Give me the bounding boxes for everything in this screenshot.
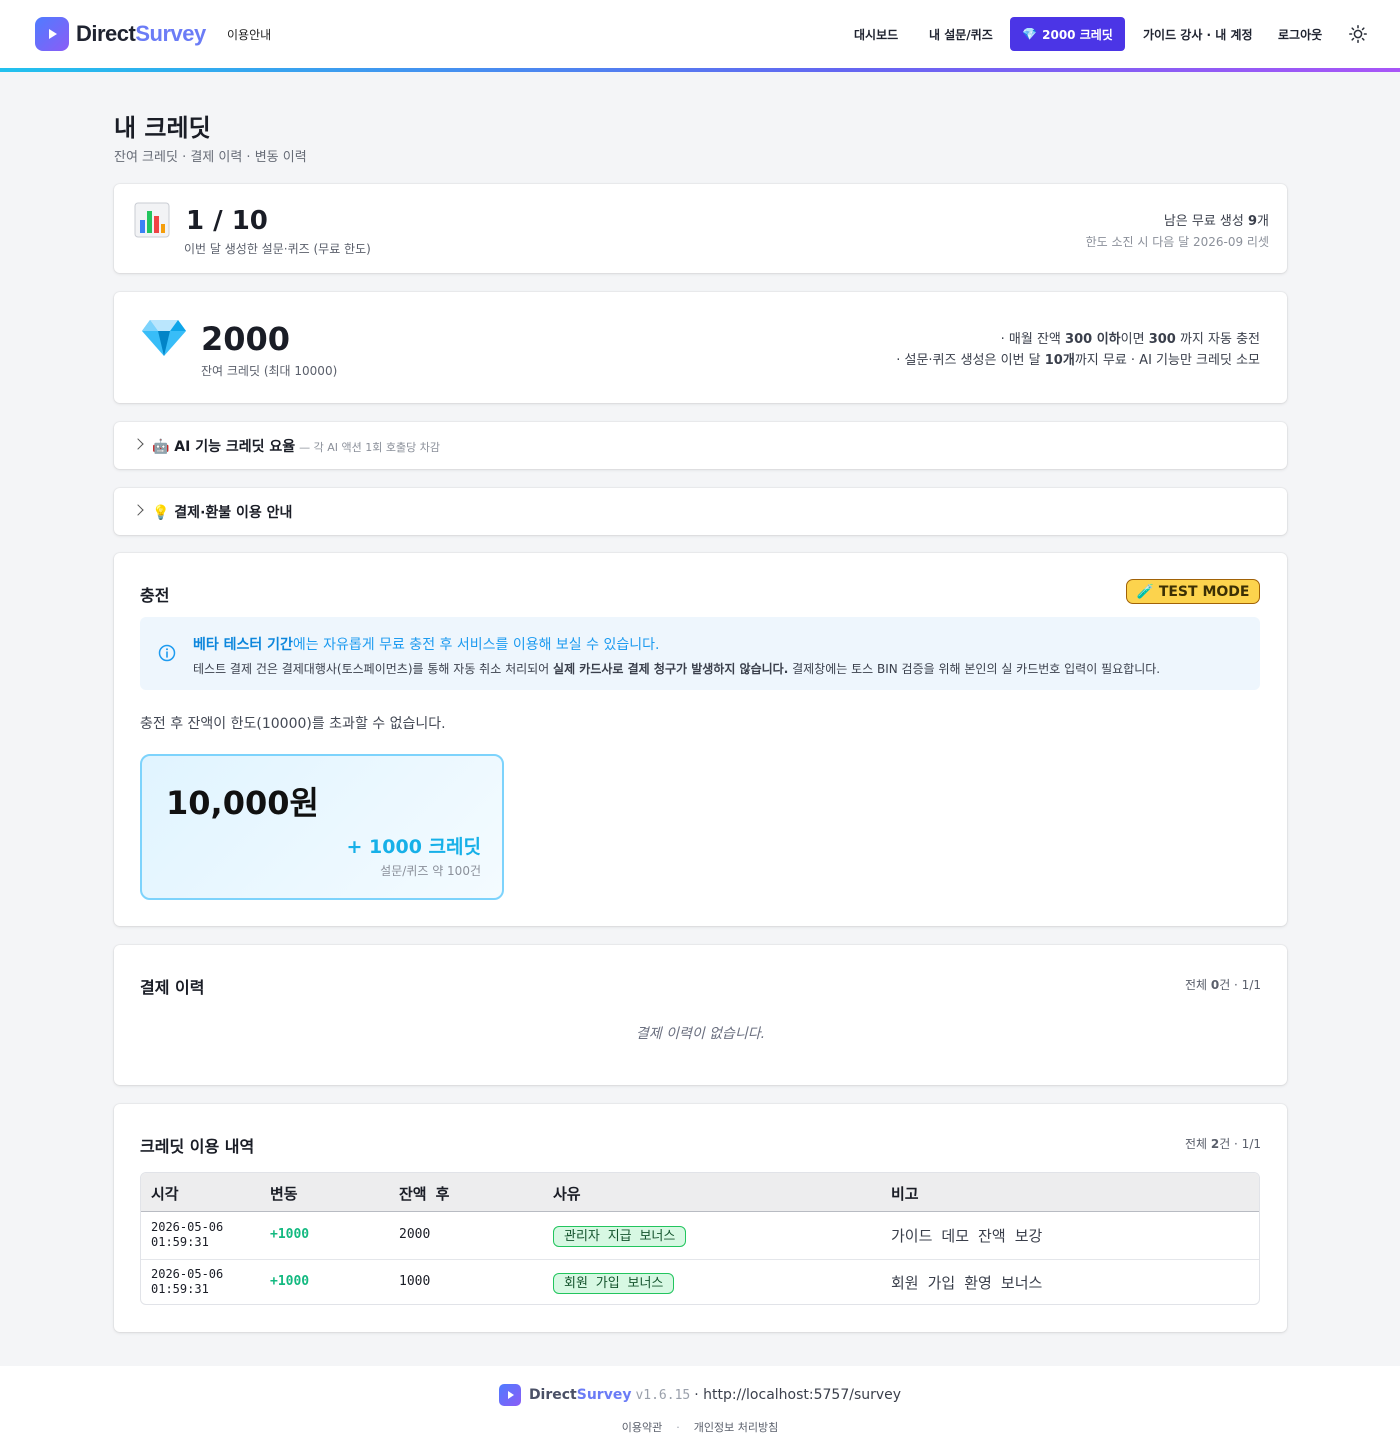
usage-note: 이번 달 생성한 설문·퀴즈 (무료 한도) (184, 242, 371, 256)
play-icon (498, 1384, 521, 1406)
nav-dashboard[interactable]: 대시보드 (854, 26, 898, 43)
row-balance-after: 1000 (399, 1274, 431, 1289)
footer-url[interactable]: · http://localhost:5757/survey (694, 1387, 901, 1403)
row-reason-badge: 회원 가입 보너스 (553, 1273, 675, 1294)
brand-name-primary: Direct (76, 21, 136, 46)
column-header-delta: 변동 (270, 1185, 298, 1203)
row-reason-badge: 관리자 지급 보너스 (553, 1226, 687, 1247)
charge-title: 충전 (140, 586, 170, 605)
play-icon (35, 17, 69, 51)
bar-chart-icon (134, 202, 170, 238)
free-generation-rule: · 설문·퀴즈 생성은 이번 달 10개까지 무료 · AI 기능만 크레딧 소… (896, 353, 1260, 368)
package-credits: + 1000 크레딧 (346, 836, 481, 858)
charge-package-10000[interactable]: 10,000원 + 1000 크레딧 설문/퀴즈 약 100건 (140, 754, 504, 900)
header-gradient-divider (0, 68, 1400, 72)
package-price: 10,000원 (166, 784, 319, 822)
nav-usage-guide[interactable]: 이용안내 (227, 26, 271, 43)
credit-balance-card: 2000 잔여 크레딧 (최대 10000) · 매월 잔액 300 이하이면 … (114, 292, 1287, 403)
footer-brand-primary: Direct (528, 1387, 577, 1403)
row-delta: +1000 (270, 1227, 310, 1242)
nav-my-surveys[interactable]: 내 설문/퀴즈 (929, 26, 993, 43)
credit-balance-amount: 2000 (201, 320, 291, 358)
auto-recharge-rule: · 매월 잔액 300 이하이면 300 까지 자동 충전 (1000, 332, 1260, 347)
credit-balance-note: 잔여 크레딧 (최대 10000) (201, 364, 338, 378)
monthly-usage-card: 1 / 10 이번 달 생성한 설문·퀴즈 (무료 한도) 남은 무료 생성 9… (114, 184, 1287, 273)
row-time: 2026-05-06 01:59:31 (151, 1267, 224, 1296)
payment-empty-message: 결제 이력이 없습니다. (635, 1026, 766, 1042)
page-subtitle: 잔여 크레딧 · 결제 이력 · 변동 이력 (114, 150, 307, 165)
refund-guide-title: 💡 결제·환불 이용 안내 (152, 505, 293, 521)
remaining-free-count: 남은 무료 생성 9개 (1163, 214, 1269, 229)
payment-refund-guide-collapsible[interactable]: 💡 결제·환불 이용 안내 (114, 488, 1287, 535)
column-header-time: 시각 (151, 1185, 179, 1203)
package-estimate: 설문/퀴즈 약 100건 (380, 864, 481, 878)
ledger-count: 전체 2건 · 1/1 (1184, 1137, 1261, 1151)
row-balance-after: 2000 (399, 1227, 431, 1242)
brand-name-accent: Survey (135, 21, 206, 46)
beta-info-callout: 베타 테스터 기간에는 자유롭게 무료 충전 후 서비스를 이용해 보실 수 있… (140, 617, 1260, 690)
footer-separator: · (676, 1421, 680, 1434)
test-mode-badge: 🧪 TEST MODE (1126, 579, 1260, 604)
brand-logo[interactable]: DirectSurvey (35, 17, 206, 51)
table-row: 2026-05-06 01:59:31 +1000 1000 회원 가입 보너스 … (141, 1259, 1259, 1304)
ai-credit-rates-collapsible[interactable]: 🤖 AI 기능 크레딧 요율 — 각 AI 액션 1회 호출당 차감 (114, 422, 1287, 469)
nav-logout[interactable]: 로그아웃 (1278, 26, 1322, 43)
footer-privacy-link[interactable]: 개인정보 처리방침 (694, 1421, 778, 1434)
charge-limit-note: 충전 후 잔액이 한도(10000)를 초과할 수 없습니다. (140, 716, 446, 732)
credit-ledger-table: 시각 변동 잔액 후 사유 비고 2026-05-06 01:59:31 +100… (140, 1172, 1260, 1305)
payment-history-card: 결제 이력 전체 0건 · 1/1 결제 이력이 없습니다. (114, 945, 1287, 1085)
row-note: 회원 가입 환영 보너스 (891, 1274, 1043, 1292)
payment-count: 전체 0건 · 1/1 (1184, 978, 1261, 992)
nav-guide-instructor-account[interactable]: 가이드 강사 · 내 계정 (1143, 26, 1253, 43)
payment-history-title: 결제 이력 (140, 978, 205, 997)
charge-card: 충전 🧪 TEST MODE 베타 테스터 기간에는 자유롭게 무료 충전 후 … (114, 553, 1287, 926)
footer-version: v1.6.15 (635, 1387, 691, 1403)
gem-icon (142, 320, 186, 356)
credit-button-label: 2000 크레딧 (1042, 27, 1113, 42)
table-header: 시각 변동 잔액 후 사유 비고 (141, 1173, 1259, 1212)
row-note: 가이드 데모 잔액 보강 (891, 1227, 1043, 1245)
column-header-reason: 사유 (553, 1185, 581, 1203)
page-footer: Direct Survey v1.6.15 · http://localhost:… (0, 1366, 1400, 1452)
ai-rates-title: 🤖 AI 기능 크레딧 요율 (152, 439, 296, 455)
info-icon (158, 644, 176, 662)
credit-balance-button[interactable]: 💎 2000 크레딧 (1010, 17, 1125, 51)
sun-icon[interactable] (1349, 25, 1367, 43)
ai-rates-subtitle: — 각 AI 액션 1회 호출당 차감 (299, 441, 440, 454)
credit-ledger-card: 크레딧 이용 내역 전체 2건 · 1/1 시각 변동 잔액 후 사유 비고 2… (114, 1104, 1287, 1332)
reset-note: 한도 소진 시 다음 달 2026-09 리셋 (1085, 235, 1269, 249)
table-row: 2026-05-06 01:59:31 +1000 2000 관리자 지급 보너스… (141, 1213, 1259, 1259)
footer-terms-link[interactable]: 이용약관 (622, 1421, 662, 1434)
gem-icon: 💎 (1022, 27, 1038, 41)
footer-brand-accent: Survey (576, 1387, 632, 1403)
credit-ledger-title: 크레딧 이용 내역 (140, 1137, 255, 1156)
chevron-right-icon (132, 504, 144, 516)
column-header-note: 비고 (891, 1185, 919, 1203)
row-delta: +1000 (270, 1274, 310, 1289)
usage-count: 1 / 10 (186, 206, 268, 236)
row-time: 2026-05-06 01:59:31 (151, 1220, 224, 1249)
page-title: 내 크레딧 (114, 114, 211, 142)
top-navbar: DirectSurvey 이용안내 대시보드 내 설문/퀴즈 💎 2000 크레… (0, 0, 1400, 68)
column-header-balance-after: 잔액 후 (399, 1185, 450, 1203)
chevron-right-icon (132, 438, 144, 450)
